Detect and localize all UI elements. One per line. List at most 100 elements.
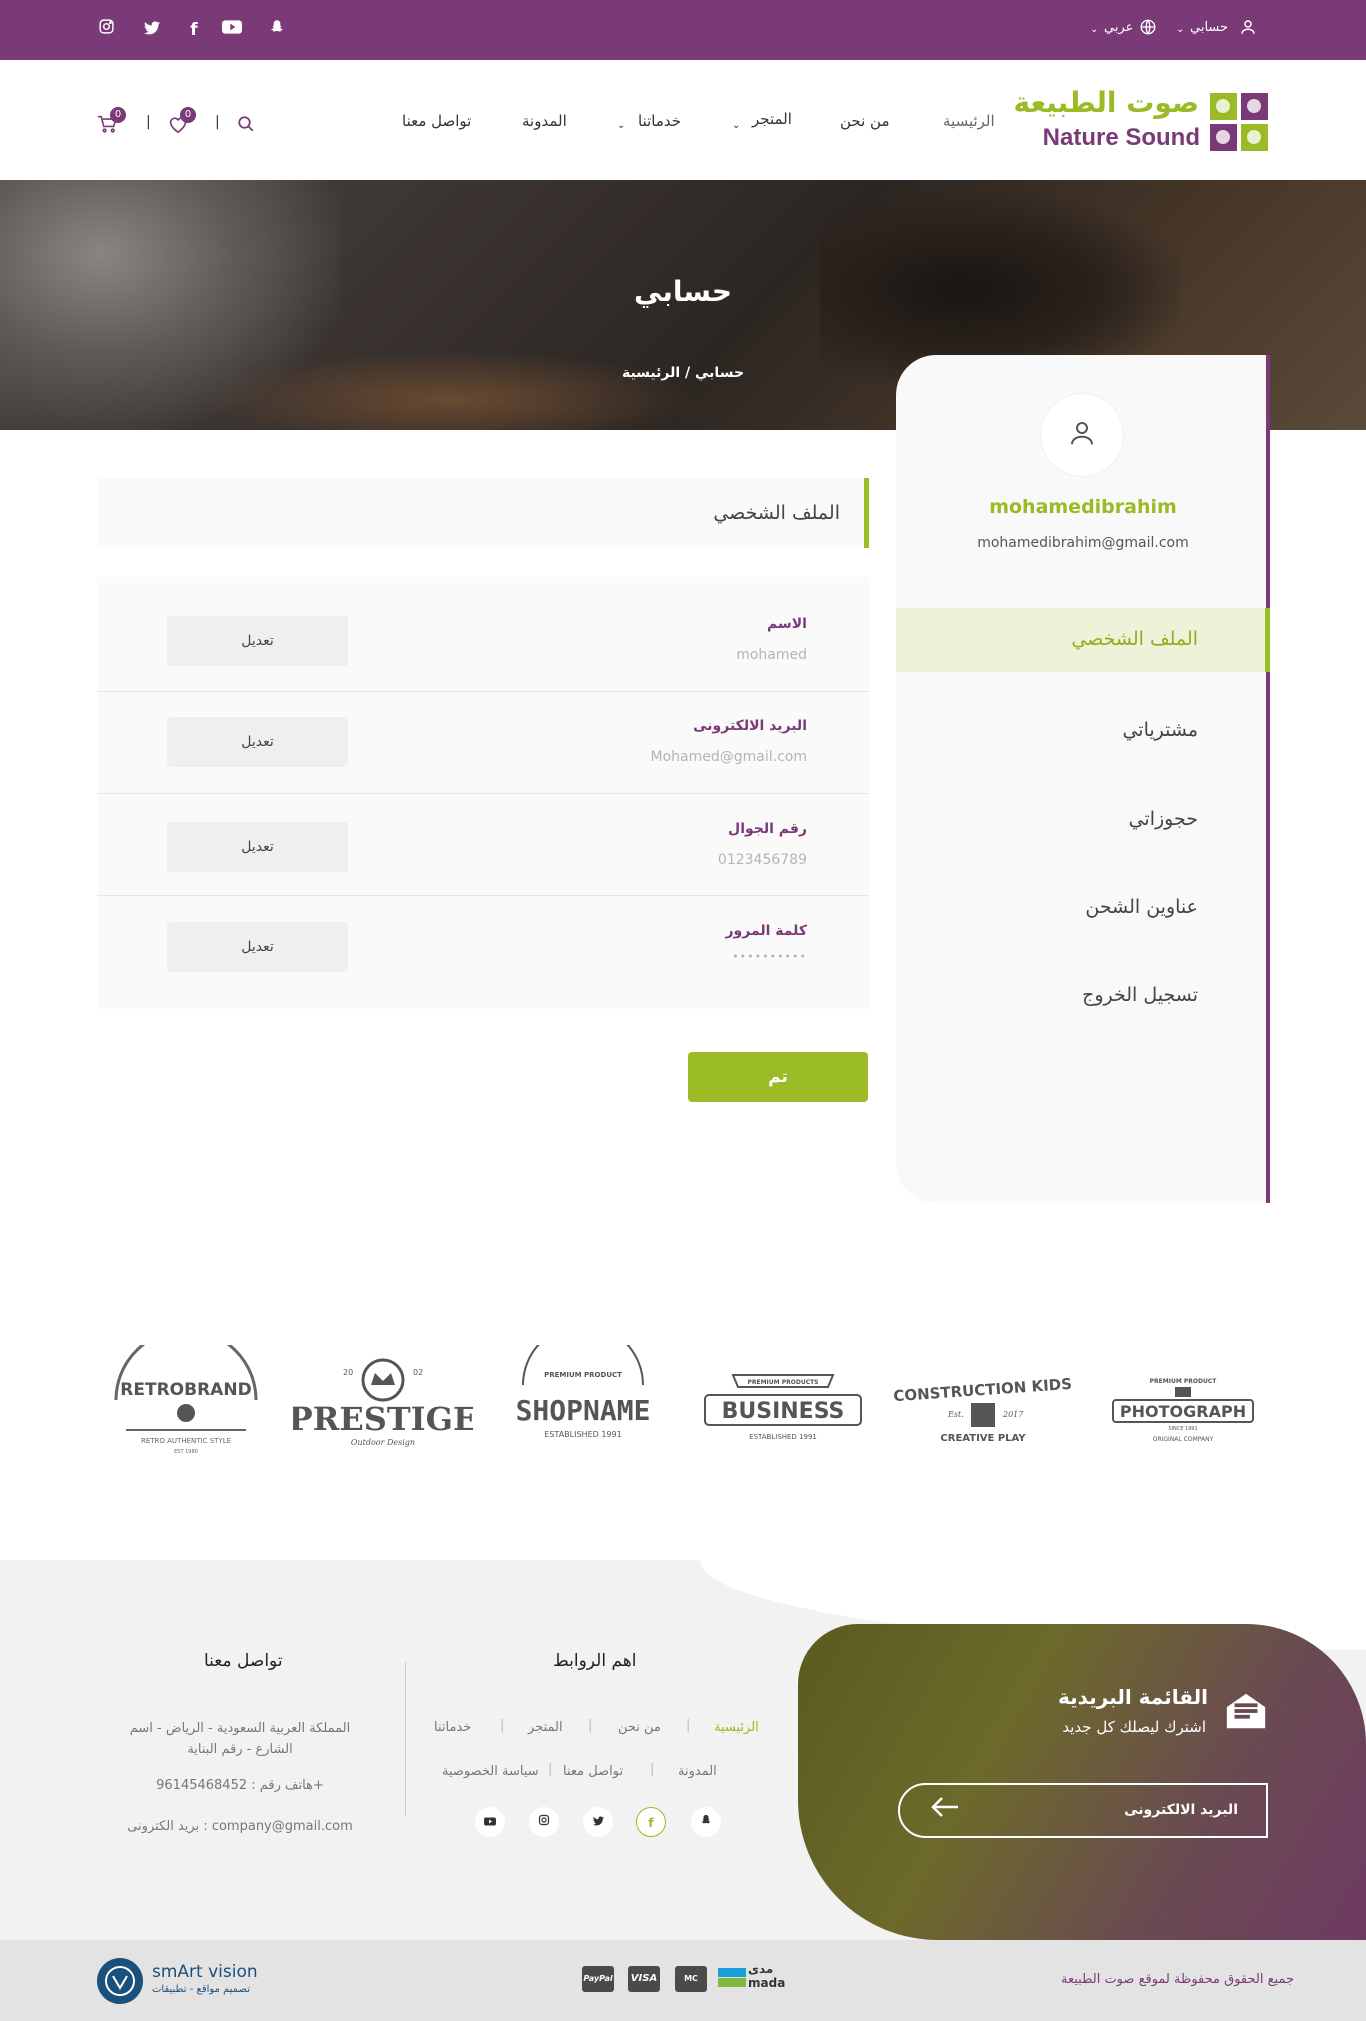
brand-logo-photograph: PREMIUM PRODUCT PHOTOGRAPH SINCE 1991 OR… [1093,1345,1273,1465]
newsletter-placeholder: البريد الالكترونى [1124,1802,1238,1818]
logo-icon[interactable] [1210,93,1268,151]
chevron-down-icon[interactable]: ⌄ [1090,24,1098,35]
divider [97,691,869,692]
divider [405,1662,406,1816]
edit-name-button[interactable]: تعديل [167,616,348,666]
email-label: البريد الالكترونى [693,718,807,734]
brand-prestige-sub: Outdoor Design [351,1438,415,1447]
breadcrumb-home[interactable]: الرئيسية [622,365,680,381]
snapchat-icon[interactable] [691,1807,721,1837]
paypal-logo: PayPal [582,1966,614,1992]
account-menu[interactable]: حسابي [1190,20,1228,35]
brand-prestige-name: PRESTIGE [293,1400,473,1438]
sidebar-item-addresses[interactable]: عناوين الشحن [1085,896,1198,918]
visa-logo: VISA [628,1966,660,1992]
nav-about[interactable]: من نحن [840,112,890,130]
mada-english: mada [748,1976,786,1990]
account-sidebar [896,355,1270,1203]
footer-address: المملكة العربية السعودية - الرياض - اسم … [129,1721,351,1757]
sidebar-item-bookings[interactable]: حجوزاتي [1129,808,1198,830]
footer-link-about[interactable]: من نحن [618,1720,661,1735]
profile-section-title: الملف الشخصي [713,502,840,524]
brand-business-top: PREMIUM PRODUCTS [747,1379,818,1386]
brand-logo-prestige: 20 02 PRESTIGE Outdoor Design [289,1345,477,1465]
newsletter-subtitle: اشترك ليصلك كل جديد [1062,1718,1206,1736]
footer-link-services[interactable]: خدماتنا [434,1720,471,1735]
separator: | [650,1762,655,1777]
brand-business-name: BUSINESS [722,1399,845,1424]
brand-shopname-name: SHOPNAME [516,1394,651,1427]
facebook-icon[interactable]: f [636,1807,666,1837]
brand-shopname-sub: ESTABLISHED 1991 [544,1430,621,1439]
nav-blog[interactable]: المدونة [522,112,567,130]
arrow-left-icon[interactable] [930,1795,960,1826]
nav-store[interactable]: المتجر [752,110,792,128]
separator: | [215,114,220,130]
breadcrumb-current: حسابي [695,365,745,381]
chevron-down-icon[interactable]: ⌄ [617,120,625,131]
snapchat-icon[interactable] [265,18,289,42]
edit-phone-button[interactable]: تعديل [167,822,348,872]
divider [97,895,869,896]
phone-value: 0123456789 [717,852,807,868]
brand-logo-shopname: PREMIUM PRODUCT SHOPNAME ESTABLISHED 199… [493,1324,673,1465]
youtube-icon[interactable] [475,1807,505,1837]
youtube-icon[interactable] [220,18,244,42]
mada-bar [718,1968,746,1977]
instagram-icon[interactable] [94,18,118,42]
done-button[interactable]: تم [688,1052,868,1102]
instagram-icon[interactable] [529,1807,559,1837]
search-icon[interactable] [237,114,255,138]
nav-services[interactable]: خدماتنا [638,112,681,130]
chevron-down-icon[interactable]: ⌄ [1176,24,1184,35]
brand-photograph-since: SINCE 1991 [1168,1426,1197,1432]
brand-retro-sub: RETRO AUTHENTIC STYLE [141,1437,231,1445]
footer-email: بريد الكترونى : company@gmail.com [127,1819,353,1834]
brand-photograph-top: PREMIUM PRODUCT [1150,1378,1218,1385]
logo-arabic[interactable]: صوت الطبيعة [1013,86,1199,119]
chevron-down-icon[interactable]: ⌄ [732,120,740,131]
twitter-icon[interactable] [583,1807,613,1837]
developer-name[interactable]: smArt vision [152,1962,258,1982]
nav-home[interactable]: الرئيسية [943,112,995,130]
edit-password-button[interactable]: تعديل [167,922,348,972]
brand-logo-retrobrand: RETROBRAND RETRO AUTHENTIC STYLE EST 198… [96,1328,276,1465]
email-value: Mohamed@gmail.com [650,749,807,765]
nav-contact[interactable]: تواصل معنا [402,112,471,130]
brand-photograph-name: PHOTOGRAPH [1120,1402,1246,1421]
facebook-icon[interactable]: f [182,18,206,42]
brand-business-sub: ESTABLISHED 1991 [749,1433,817,1441]
user-name: mohamedibrahim [989,496,1177,518]
envelope-icon [1222,1688,1270,1736]
brand-prestige-year-left: 20 [343,1368,353,1377]
copyright-text: جميع الحقوق محفوظة لموقع صوت الطبيعة [1060,1972,1294,1987]
mada-arabic: مدى [748,1962,774,1976]
logo-english[interactable]: Nature Sound [1043,124,1200,152]
mastercard-label: MC [684,1974,698,1983]
sidebar-item-purchases[interactable]: مشترياتي [1122,719,1198,741]
user-icon[interactable] [1236,18,1260,42]
footer-link-home[interactable]: الرئيسية [714,1720,759,1735]
language-selector[interactable]: عربي [1104,20,1133,35]
mada-logo: مدى mada [718,1962,786,1992]
divider [97,793,869,794]
footer-link-blog[interactable]: المدونة [678,1764,717,1779]
brand-shopname-top: PREMIUM PRODUCT [544,1371,622,1379]
mastercard-logo: MC [675,1966,707,1992]
edit-email-button[interactable]: تعديل [167,717,348,767]
page-title: حسابي [633,275,733,308]
sidebar-item-logout[interactable]: تسجيل الخروج [1082,984,1198,1006]
developer-logo-icon[interactable] [97,1958,143,2004]
main-header [0,60,1366,180]
footer-link-contact[interactable]: تواصل معنا [563,1764,623,1779]
footer-link-privacy[interactable]: سياسة الخصوصية [442,1764,539,1779]
user-icon [1040,418,1124,455]
separator: | [500,1718,505,1733]
account-label: حسابي [1190,20,1229,35]
sidebar-item-profile[interactable]: الملف الشخصي [1071,628,1198,650]
hero-shape [200,350,700,430]
cart-count-badge: 0 [110,107,126,123]
footer-link-store[interactable]: المتجر [528,1720,563,1735]
twitter-icon[interactable] [140,18,164,42]
globe-icon[interactable] [1136,18,1160,42]
